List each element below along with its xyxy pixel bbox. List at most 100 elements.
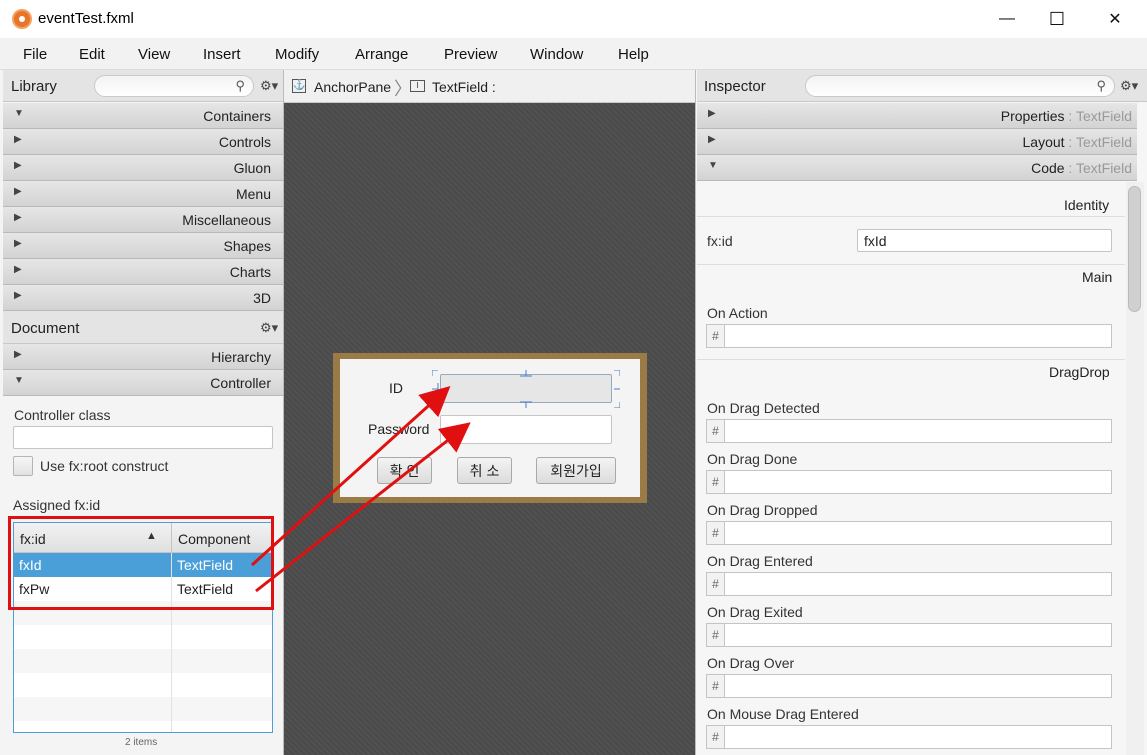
minimize-button[interactable]: — xyxy=(982,0,1032,38)
hash-icon: # xyxy=(707,573,725,595)
password-label: Password xyxy=(368,421,430,437)
menu-modify[interactable]: Modify xyxy=(275,46,319,63)
collapse-triangle-icon: ▼ xyxy=(14,108,24,119)
on-drag-over-field[interactable]: # xyxy=(706,674,1112,698)
library-search-input[interactable]: ⚲ xyxy=(94,75,254,97)
library-section-containers[interactable]: ▼ Containers xyxy=(3,103,283,129)
scrollbar-thumb[interactable] xyxy=(1128,186,1141,312)
inspector-section-layout[interactable]: ▶ Layout : TextField xyxy=(697,129,1137,155)
fxid-label: fx:id xyxy=(707,233,733,249)
scene-builder-app-icon xyxy=(12,9,32,29)
breadcrumb-anchorpane[interactable]: AnchorPane xyxy=(314,79,391,95)
maximize-button[interactable]: ☐ xyxy=(1032,0,1082,38)
textfield-icon: I xyxy=(410,80,425,92)
on-drag-detected-label: On Drag Detected xyxy=(707,400,820,416)
hash-icon: # xyxy=(707,471,725,493)
menu-window[interactable]: Window xyxy=(530,46,583,63)
breadcrumb: ⚓ AnchorPane 〉 I TextField : xyxy=(284,70,695,103)
collapse-triangle-icon: ▼ xyxy=(708,160,718,171)
fxid-input[interactable]: fxId xyxy=(857,229,1112,252)
expand-triangle-icon: ▶ xyxy=(14,238,22,249)
on-drag-entered-field[interactable]: # xyxy=(706,572,1112,596)
expand-triangle-icon: ▶ xyxy=(14,264,22,275)
library-section-3d[interactable]: ▶ 3D xyxy=(3,285,283,311)
menu-edit[interactable]: Edit xyxy=(79,46,105,63)
library-section-shapes[interactable]: ▶ Shapes xyxy=(3,233,283,259)
inspector-search-input[interactable]: ⚲ xyxy=(805,75,1115,97)
gear-icon[interactable]: ⚙▾ xyxy=(260,320,278,336)
title-bar: eventTest.fxml — ☐ ✕ xyxy=(0,0,1147,38)
gear-icon[interactable]: ⚙▾ xyxy=(1120,78,1138,94)
menu-insert[interactable]: Insert xyxy=(203,46,241,63)
fxroot-checkbox[interactable] xyxy=(13,456,33,476)
expand-triangle-icon: ▶ xyxy=(14,349,22,360)
confirm-button[interactable]: 확 인 xyxy=(377,457,432,484)
controller-class-label: Controller class xyxy=(14,407,111,423)
hash-icon: # xyxy=(707,675,725,697)
menu-preview[interactable]: Preview xyxy=(444,46,497,63)
assigned-fxid-label: Assigned fx:id xyxy=(13,497,101,513)
hash-icon: # xyxy=(707,420,725,442)
document-section-controller[interactable]: ▼ Controller xyxy=(3,370,283,396)
expand-triangle-icon: ▶ xyxy=(14,134,22,145)
cancel-button[interactable]: 취 소 xyxy=(457,457,512,484)
on-drag-done-field[interactable]: # xyxy=(706,470,1112,494)
on-drag-exited-field[interactable]: # xyxy=(706,623,1112,647)
on-drag-dropped-field[interactable]: # xyxy=(706,521,1112,545)
expand-triangle-icon: ▶ xyxy=(14,160,22,171)
menu-view[interactable]: View xyxy=(138,46,170,63)
id-textfield[interactable] xyxy=(440,374,612,403)
id-label: ID xyxy=(389,380,403,396)
signup-button[interactable]: 회원가입 xyxy=(536,457,616,484)
items-count: 2 items xyxy=(125,737,158,748)
expand-triangle-icon: ▶ xyxy=(708,134,716,145)
hash-icon: # xyxy=(707,726,725,748)
window-title: eventTest.fxml xyxy=(38,10,134,27)
on-drag-detected-field[interactable]: # xyxy=(706,419,1112,443)
inspector-section-code[interactable]: ▼ Code : TextField xyxy=(697,155,1137,181)
divider xyxy=(697,264,1125,265)
library-header: Library ⚲ ⚙▾ xyxy=(3,70,283,102)
identity-group-bg xyxy=(697,182,1125,212)
annotation-highlight-box xyxy=(8,516,274,610)
expand-triangle-icon: ▶ xyxy=(14,290,22,301)
hash-icon: # xyxy=(707,522,725,544)
on-action-label: On Action xyxy=(707,305,768,321)
hash-icon: # xyxy=(707,325,725,347)
library-section-charts[interactable]: ▶ Charts xyxy=(3,259,283,285)
on-mouse-drag-entered-field[interactable]: # xyxy=(706,725,1112,749)
hash-icon: # xyxy=(707,624,725,646)
on-mouse-drag-entered-label: On Mouse Drag Entered xyxy=(707,706,859,722)
inspector-section-properties[interactable]: ▶ Properties : TextField xyxy=(697,103,1137,129)
fxroot-label: Use fx:root construct xyxy=(40,458,169,474)
main-group-title: Main xyxy=(1082,269,1113,285)
controller-class-input[interactable] xyxy=(13,426,273,449)
search-icon: ⚲ xyxy=(235,78,245,93)
document-section-hierarchy[interactable]: ▶ Hierarchy xyxy=(3,344,283,370)
search-icon: ⚲ xyxy=(1096,78,1106,93)
on-drag-dropped-label: On Drag Dropped xyxy=(707,502,818,518)
divider xyxy=(697,359,1125,360)
collapse-triangle-icon: ▼ xyxy=(14,375,24,386)
close-button[interactable]: ✕ xyxy=(1090,0,1140,38)
dragdrop-group-title: DragDrop xyxy=(1049,364,1110,380)
gear-icon[interactable]: ⚙▾ xyxy=(260,78,278,94)
inspector-title: Inspector xyxy=(704,78,766,95)
menu-file[interactable]: File xyxy=(23,46,47,63)
on-drag-exited-label: On Drag Exited xyxy=(707,604,803,620)
password-textfield[interactable] xyxy=(440,415,612,444)
document-header: Document ⚙▾ xyxy=(3,311,283,344)
breadcrumb-textfield[interactable]: TextField : xyxy=(432,79,496,95)
identity-group-title: Identity xyxy=(1064,197,1110,213)
expand-triangle-icon: ▶ xyxy=(14,212,22,223)
library-section-miscellaneous[interactable]: ▶ Miscellaneous xyxy=(3,207,283,233)
menu-help[interactable]: Help xyxy=(618,46,649,63)
library-section-menu[interactable]: ▶ Menu xyxy=(3,181,283,207)
on-action-field[interactable]: # xyxy=(706,324,1112,348)
library-section-gluon[interactable]: ▶ Gluon xyxy=(3,155,283,181)
menu-arrange[interactable]: Arrange xyxy=(355,46,408,63)
library-section-controls[interactable]: ▶ Controls xyxy=(3,129,283,155)
empty-rows xyxy=(14,601,272,732)
expand-triangle-icon: ▶ xyxy=(14,186,22,197)
on-drag-over-label: On Drag Over xyxy=(707,655,795,671)
